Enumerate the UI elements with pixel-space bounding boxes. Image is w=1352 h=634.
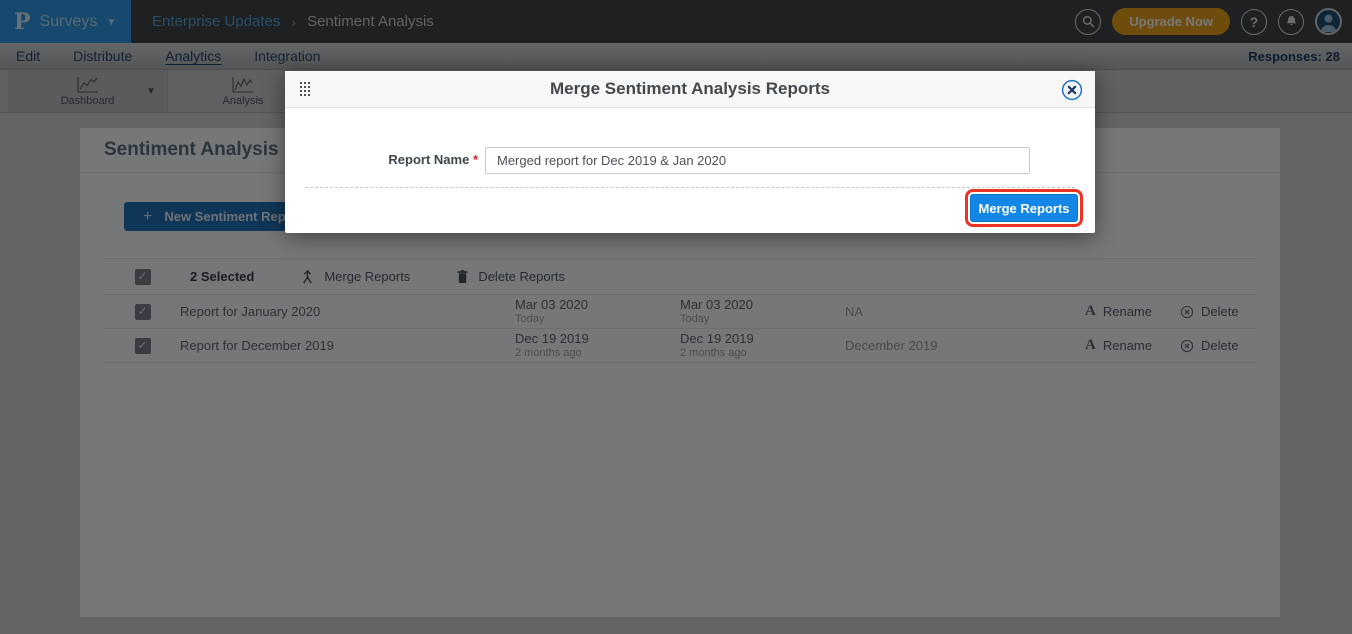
- report-name-label-text: Report Name: [388, 152, 469, 167]
- drag-handle-icon[interactable]: [300, 82, 310, 96]
- modal-footer-divider: [305, 187, 1075, 188]
- merge-reports-modal: Merge Sentiment Analysis Reports Report …: [285, 71, 1095, 233]
- close-icon: [1061, 79, 1083, 101]
- modal-title: Merge Sentiment Analysis Reports: [550, 79, 830, 99]
- report-name-input[interactable]: [485, 147, 1030, 174]
- merge-reports-submit-button[interactable]: Merge Reports: [970, 194, 1078, 222]
- report-name-label: Report Name *: [285, 152, 478, 167]
- close-button[interactable]: [1061, 79, 1083, 101]
- required-asterisk: *: [473, 152, 478, 167]
- modal-header: Merge Sentiment Analysis Reports: [285, 71, 1095, 108]
